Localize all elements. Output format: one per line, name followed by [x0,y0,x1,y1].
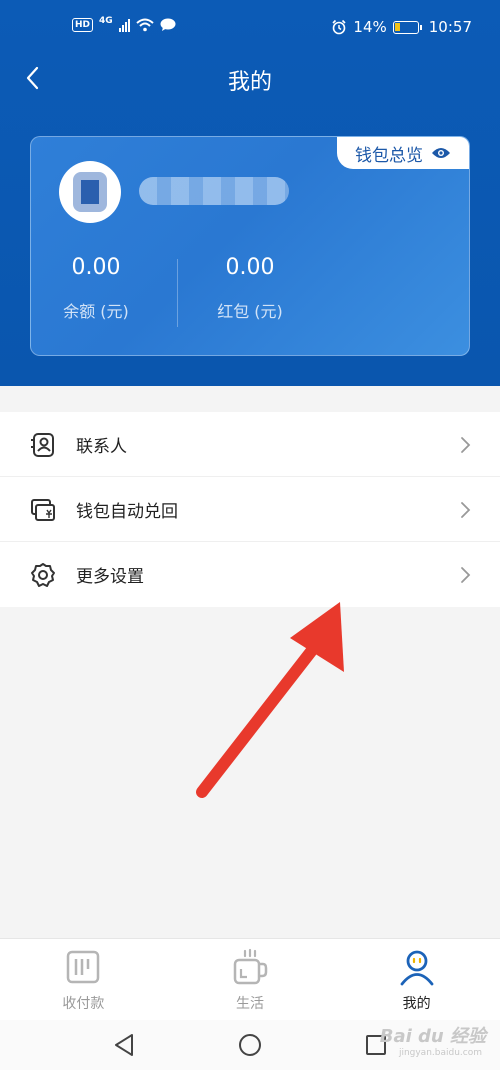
header-background: HD 4G 14% 10:57 我的 钱包总览 0.00 余额 (元) 0.00… [0,0,500,386]
cup-icon [233,948,268,985]
signal-icon [118,18,130,32]
battery-percent: 14% [353,18,387,36]
red-packet-stat[interactable]: 0.00 红包 (元) [185,255,315,322]
avatar[interactable] [59,161,121,223]
system-home-button[interactable] [230,1025,270,1065]
menu-label-more-settings: 更多设置 [76,567,144,587]
hd-badge: HD [72,18,94,32]
network-type: 4G [99,16,113,26]
menu-label-contacts: 联系人 [76,436,127,457]
eye-icon [432,148,450,158]
wifi-icon [136,18,154,32]
annotation-arrow [196,602,344,798]
system-back-button[interactable] [104,1025,144,1065]
circle-home-icon [239,1034,261,1056]
red-packet-label: 红包 (元) [217,302,283,321]
alarm-icon [332,19,346,35]
menu-item-wallet-redeem[interactable]: 钱包自动兑回 [0,477,500,542]
wallet-overview-label: 钱包总览 [355,145,423,166]
chevron-right-icon [461,437,471,453]
tab-label-payment: 收付款 [62,996,105,1012]
profile-icon [400,950,434,986]
wallet-card[interactable]: 钱包总览 0.00 余额 (元) 0.00 红包 (元) [30,136,470,356]
balance-value: 0.00 [71,255,121,280]
status-bar: HD 4G 14% 10:57 [0,12,500,46]
stat-divider [177,259,178,327]
payment-icon [67,950,100,984]
tab-life[interactable]: 生活 [167,939,334,1020]
menu-list: 联系人 钱包自动兑回 更多设置 [0,412,500,607]
nav-bar: 我的 [0,52,500,104]
battery-icon [392,20,422,34]
wallet-redeem-icon [31,499,55,521]
menu-item-more-settings[interactable]: 更多设置 [0,542,500,607]
tab-bar: 收付款 生活 我的 [0,938,500,1020]
tab-label-mine: 我的 [402,996,431,1012]
clock-time: 10:57 [428,18,472,36]
red-packet-value: 0.00 [225,255,275,280]
avatar-image [73,172,107,212]
chevron-right-icon [461,567,471,583]
chevron-right-icon [461,502,471,518]
page-title: 我的 [227,70,272,95]
contacts-icon [31,433,54,457]
baidu-watermark-domain: jingyan.baidu.com [398,1048,482,1058]
wallet-overview-button[interactable]: 钱包总览 [337,137,469,169]
tab-label-life: 生活 [236,996,264,1012]
username-blurred [139,177,289,205]
gear-icon [31,563,55,587]
balance-label: 余额 (元) [63,302,129,321]
tab-payment[interactable]: 收付款 [0,939,167,1020]
menu-item-contacts[interactable]: 联系人 [0,412,500,477]
message-icon [160,18,176,31]
tab-mine[interactable]: 我的 [333,939,500,1020]
baidu-watermark: Bai du 经验 [379,1026,486,1047]
balance-stat[interactable]: 0.00 余额 (元) [31,255,161,322]
triangle-back-icon [115,1034,133,1056]
menu-label-wallet-redeem: 钱包自动兑回 [76,501,178,522]
